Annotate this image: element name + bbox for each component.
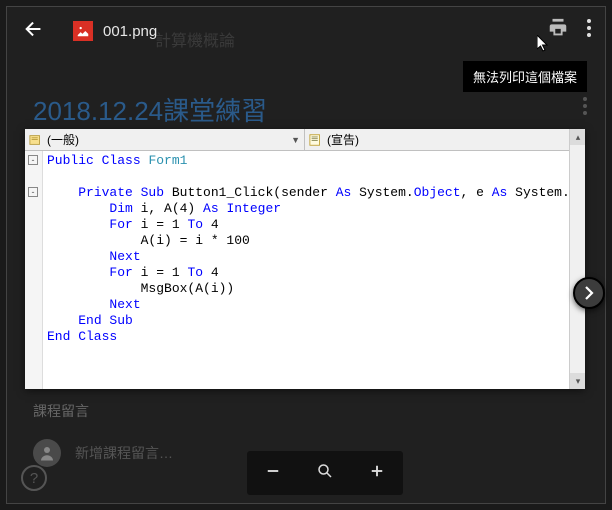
chevron-down-icon: ▼	[291, 135, 300, 145]
scope-dropdown[interactable]: (一般) ▼	[25, 129, 305, 150]
code-dropdown-bar: (一般) ▼ (宣告) ▼	[25, 129, 585, 151]
fold-toggle[interactable]: -	[28, 187, 38, 197]
page-title: 2018.12.24課堂練習	[33, 91, 267, 128]
user-avatar	[33, 439, 61, 467]
scope-dropdown-label: (一般)	[47, 131, 79, 148]
fold-toggle[interactable]: -	[28, 155, 38, 165]
comment-input-row: 新增課程留言…	[33, 439, 173, 467]
declaration-dropdown-label: (宣告)	[327, 131, 359, 148]
scope-icon	[29, 133, 43, 147]
item-more-button[interactable]	[583, 97, 587, 120]
zoom-out-button[interactable]	[255, 462, 291, 485]
code-gutter: - -	[25, 151, 43, 389]
help-button[interactable]: ?	[21, 465, 47, 491]
code-text-area: Public Class Form1 Private Sub Button1_C…	[43, 151, 585, 389]
topbar: 001.png	[7, 7, 605, 55]
more-menu-button[interactable]	[587, 19, 591, 42]
comment-input[interactable]: 新增課程留言…	[75, 443, 173, 463]
scroll-split-icon[interactable]: ▾	[570, 373, 585, 389]
image-file-icon	[73, 21, 93, 41]
print-disabled-tooltip: 無法列印這個檔案	[463, 61, 587, 92]
back-arrow-icon[interactable]	[23, 18, 45, 45]
zoom-toolbar	[247, 451, 403, 495]
declaration-dropdown[interactable]: (宣告) ▼	[305, 129, 585, 150]
filename-label: 001.png	[103, 23, 157, 40]
code-preview-window: (一般) ▼ (宣告) ▼ - - Public Class Form1 Pri…	[25, 129, 585, 389]
zoom-in-button[interactable]	[359, 462, 395, 485]
scroll-up-icon[interactable]: ▴	[570, 129, 585, 145]
next-image-button[interactable]	[573, 277, 605, 309]
print-button[interactable]	[547, 17, 569, 44]
declaration-icon	[309, 133, 323, 147]
comments-heading: 課程留言	[33, 401, 89, 421]
code-scrollbar[interactable]: ▴ ▾	[569, 129, 585, 389]
zoom-reset-button[interactable]	[307, 462, 343, 485]
